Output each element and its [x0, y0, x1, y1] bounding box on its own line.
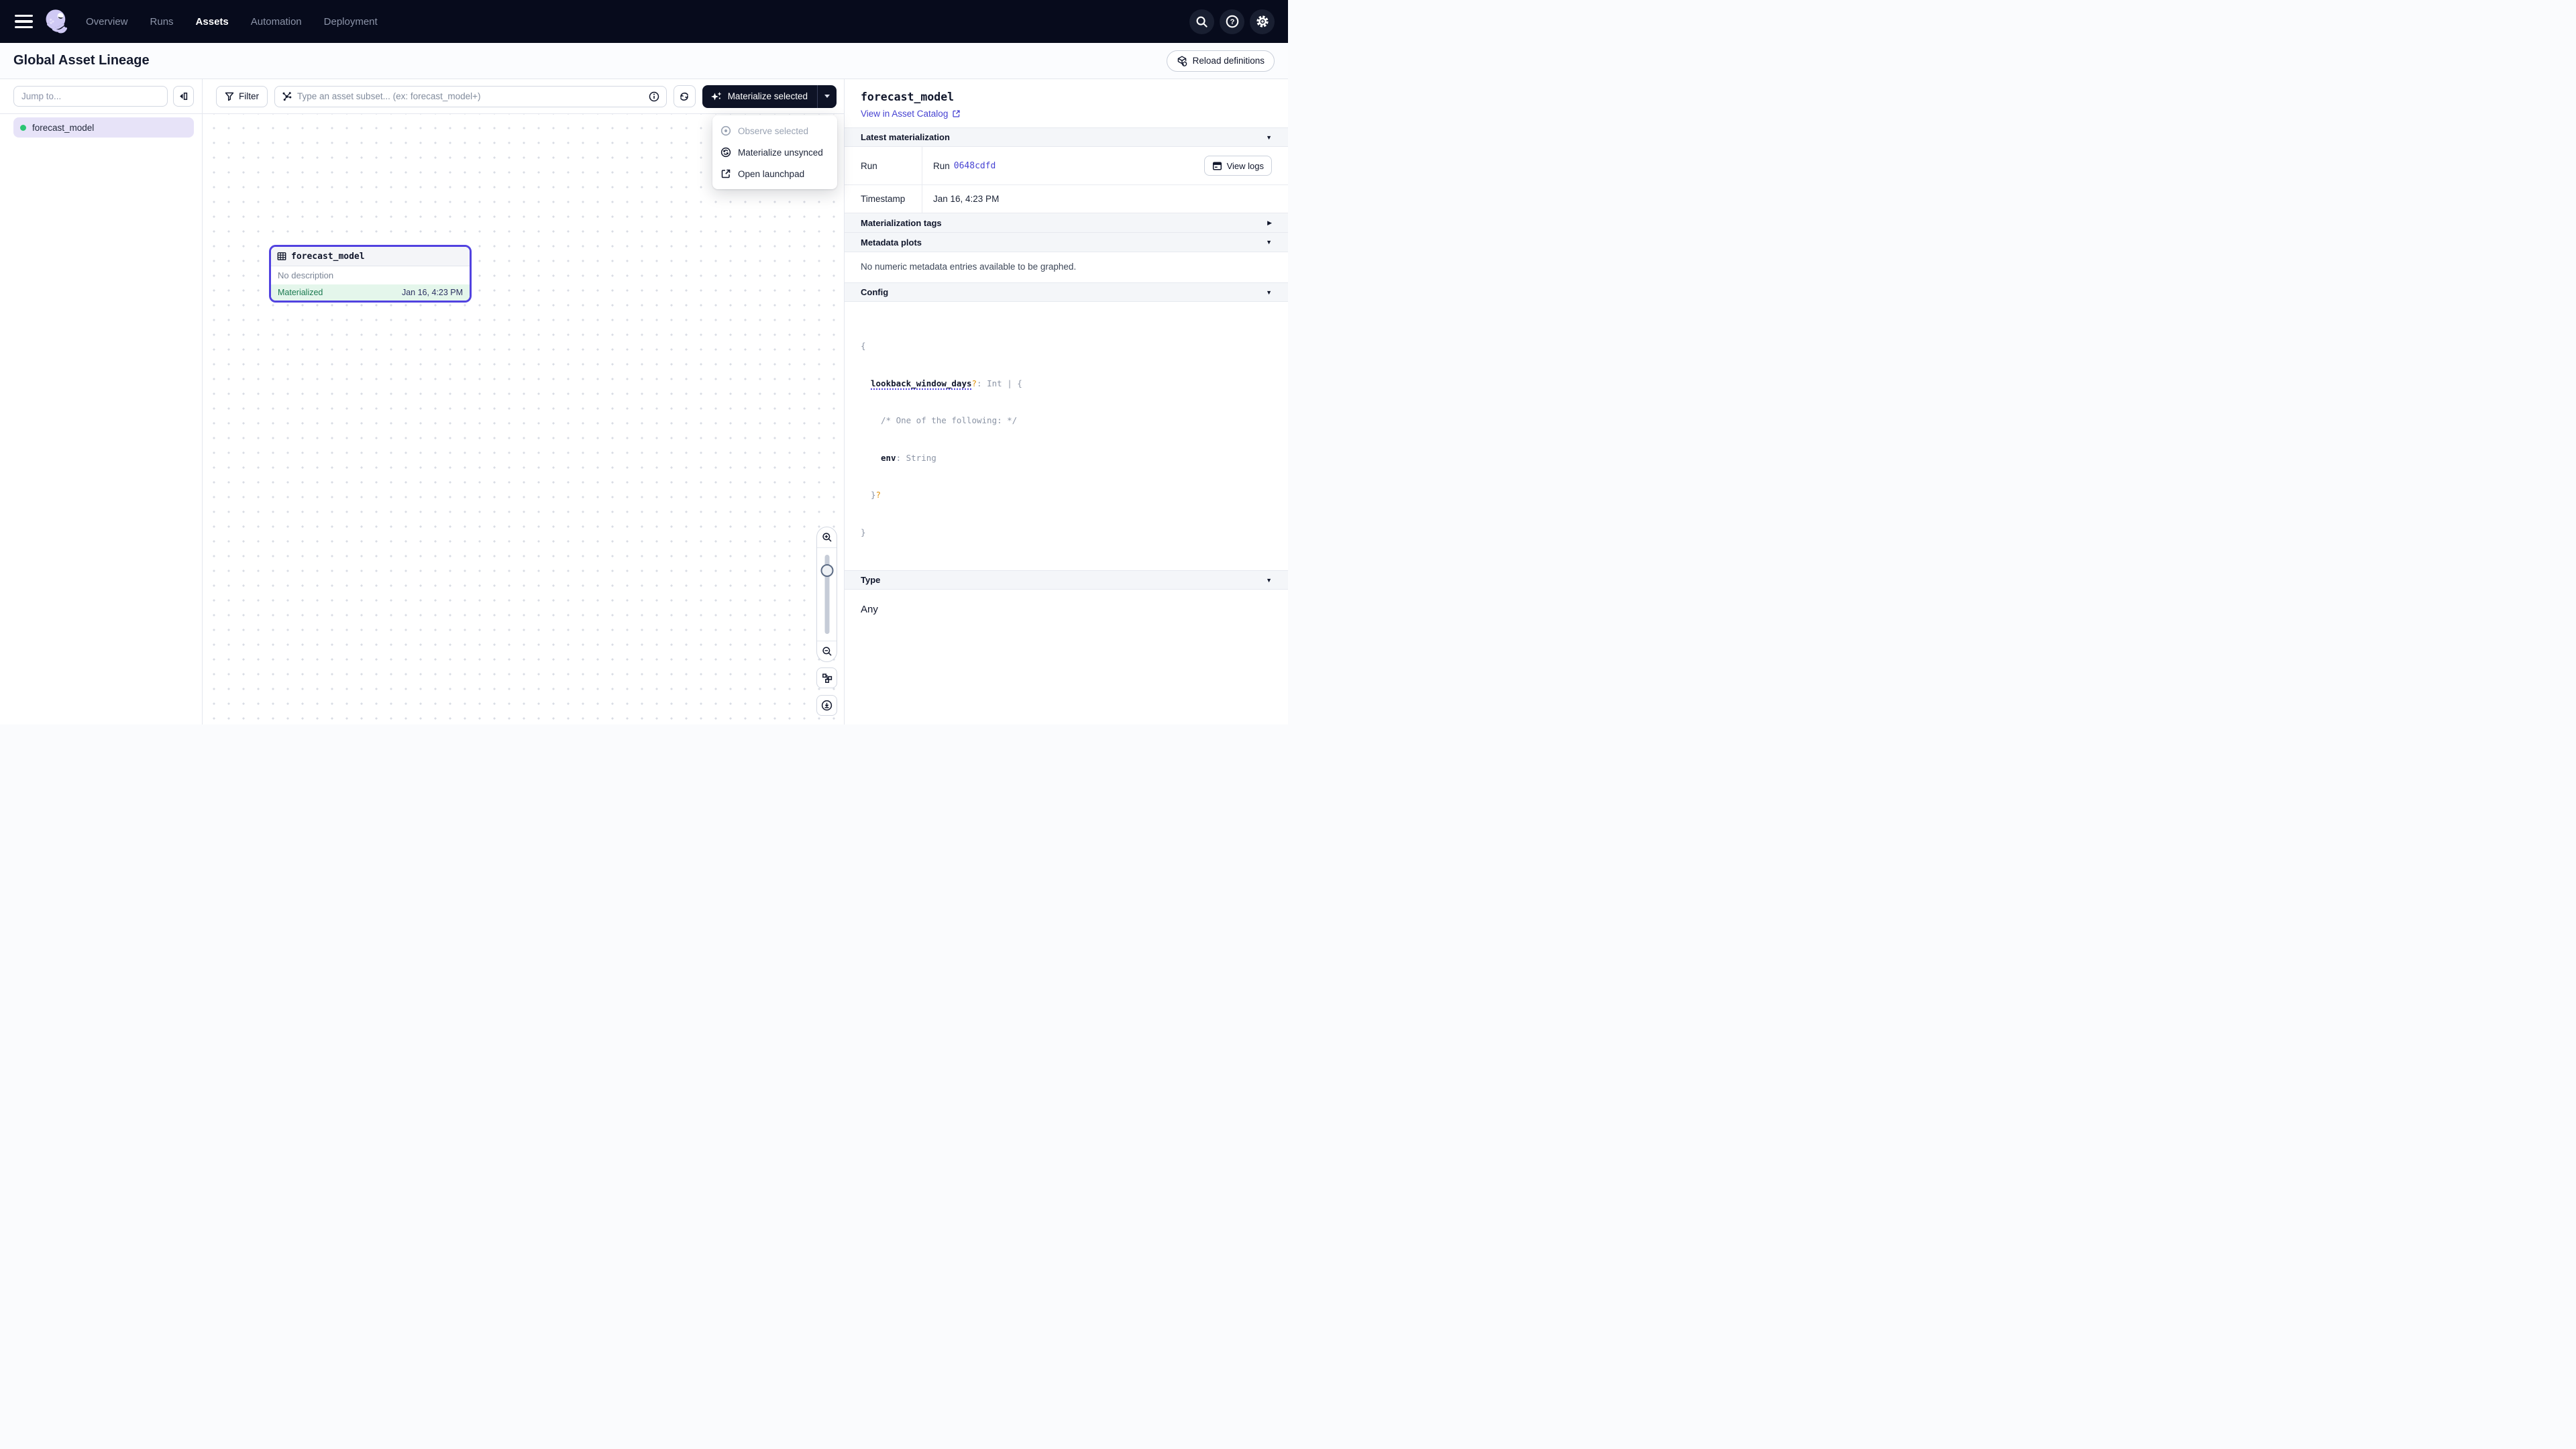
asset-details-panel: forecast_model View in Asset Catalog Lat… [844, 79, 1288, 724]
collapse-sidebar-button[interactable] [173, 86, 194, 107]
chevron-right-icon: ▶ [1267, 219, 1272, 227]
menu-item-observe-selected[interactable]: Observe selected [712, 120, 837, 142]
canvas-toolbar: Filter Materialize selected [203, 79, 844, 114]
help-button[interactable]: ? [1220, 9, 1244, 34]
download-icon [821, 700, 833, 711]
primary-nav: Overview Runs Assets Automation Deployme… [86, 16, 378, 28]
zoom-slider[interactable] [817, 548, 837, 641]
node-title: forecast_model [291, 252, 365, 262]
view-logs-button[interactable]: View logs [1204, 156, 1272, 176]
observe-icon [720, 125, 731, 136]
jump-to-input[interactable] [13, 86, 168, 107]
chevron-down-icon [824, 95, 830, 98]
chevron-down-icon: ▼ [1266, 289, 1272, 296]
run-row: Run Run 0648cdfd View logs [845, 147, 1288, 185]
section-latest-materialization[interactable]: Latest materialization ▼ [845, 127, 1288, 147]
lineage-graph-area[interactable] [203, 114, 844, 724]
refresh-icon [679, 91, 690, 102]
relayout-graph-button[interactable] [816, 667, 837, 688]
lineage-canvas: Filter Materialize selected [203, 79, 844, 724]
zoom-controls [816, 527, 837, 662]
config-key-env: env [881, 453, 896, 463]
external-link-icon [720, 168, 731, 179]
asset-node-forecast-model[interactable]: forecast_model No description Materializ… [269, 245, 472, 303]
help-icon: ? [1226, 15, 1239, 28]
page-header: Global Asset Lineage Reload definitions [0, 43, 1288, 79]
reload-definitions-button[interactable]: Reload definitions [1167, 50, 1275, 72]
search-icon [1195, 15, 1208, 28]
nav-item-runs[interactable]: Runs [150, 16, 174, 28]
dagster-logo[interactable] [43, 7, 70, 36]
section-metadata-plots[interactable]: Metadata plots ▼ [845, 233, 1288, 252]
view-in-asset-catalog-link[interactable]: View in Asset Catalog [861, 109, 961, 119]
section-type[interactable]: Type ▼ [845, 570, 1288, 590]
chevron-down-icon: ▼ [1266, 134, 1272, 141]
svg-text:?: ? [1230, 18, 1234, 26]
nav-item-deployment[interactable]: Deployment [324, 16, 378, 28]
section-materialization-tags[interactable]: Materialization tags ▶ [845, 213, 1288, 233]
node-description: No description [271, 266, 470, 284]
zoom-out-button[interactable] [817, 641, 837, 661]
graph-layout-icon [822, 673, 833, 684]
table-icon [277, 252, 286, 261]
run-id-link[interactable]: 0648cdfd [954, 161, 996, 171]
zoom-in-button[interactable] [817, 527, 837, 548]
section-config[interactable]: Config ▼ [845, 282, 1288, 302]
zoom-out-icon [822, 646, 833, 657]
type-value: Any [845, 590, 1288, 629]
node-status-label: Materialized [278, 288, 323, 297]
nav-item-overview[interactable]: Overview [86, 16, 128, 28]
metadata-plots-empty-message: No numeric metadata entries available to… [845, 252, 1288, 282]
download-image-button[interactable] [816, 695, 837, 716]
zoom-slider-handle[interactable] [820, 564, 833, 577]
page-title: Global Asset Lineage [13, 53, 150, 68]
zoom-in-icon [822, 532, 833, 543]
collapse-panel-icon [178, 91, 189, 101]
chevron-down-icon: ▼ [1266, 239, 1272, 246]
materialize-selected-button[interactable]: Materialize selected [702, 85, 837, 108]
config-schema-code: { lookback_window_days?: Int | { /* One … [845, 302, 1288, 570]
config-key-lookback-window-days: lookback_window_days [871, 378, 972, 388]
chevron-down-icon: ▼ [1266, 577, 1272, 584]
asset-subset-input[interactable] [297, 91, 643, 101]
node-status-row: Materialized Jan 16, 4:23 PM [271, 284, 470, 301]
op-selector-icon [282, 91, 292, 101]
asset-subset-field [274, 86, 667, 107]
top-nav: Overview Runs Assets Automation Deployme… [0, 0, 1288, 43]
settings-button[interactable] [1250, 9, 1275, 34]
menu-item-materialize-unsynced[interactable]: Materialize unsynced [712, 142, 837, 163]
timestamp-row: Timestamp Jan 16, 4:23 PM [845, 185, 1288, 213]
external-link-icon [952, 109, 961, 118]
logs-icon [1212, 161, 1222, 171]
materialize-unsynced-icon [720, 147, 731, 158]
lineage-sidebar: forecast_model [0, 79, 203, 724]
gear-icon [1256, 15, 1269, 28]
refresh-button[interactable] [674, 85, 696, 107]
filter-funnel-icon [225, 92, 234, 101]
search-button[interactable] [1189, 9, 1214, 34]
hamburger-menu-icon[interactable] [15, 15, 33, 28]
panel-asset-title: forecast_model [861, 91, 1272, 103]
sparkles-icon [710, 91, 722, 103]
nav-item-assets[interactable]: Assets [196, 16, 229, 28]
materialize-dropdown-toggle[interactable] [818, 85, 837, 108]
sidebar-item-forecast-model[interactable]: forecast_model [13, 117, 194, 138]
materialize-dropdown-menu: Observe selected Materialize unsynced Op… [712, 115, 837, 189]
reload-cube-icon [1177, 56, 1187, 66]
filter-button[interactable]: Filter [216, 86, 268, 107]
info-icon[interactable] [649, 91, 659, 102]
node-status-timestamp: Jan 16, 4:23 PM [402, 288, 463, 297]
menu-item-open-launchpad[interactable]: Open launchpad [712, 163, 837, 184]
materialized-status-dot [20, 125, 26, 131]
nav-item-automation[interactable]: Automation [251, 16, 302, 28]
